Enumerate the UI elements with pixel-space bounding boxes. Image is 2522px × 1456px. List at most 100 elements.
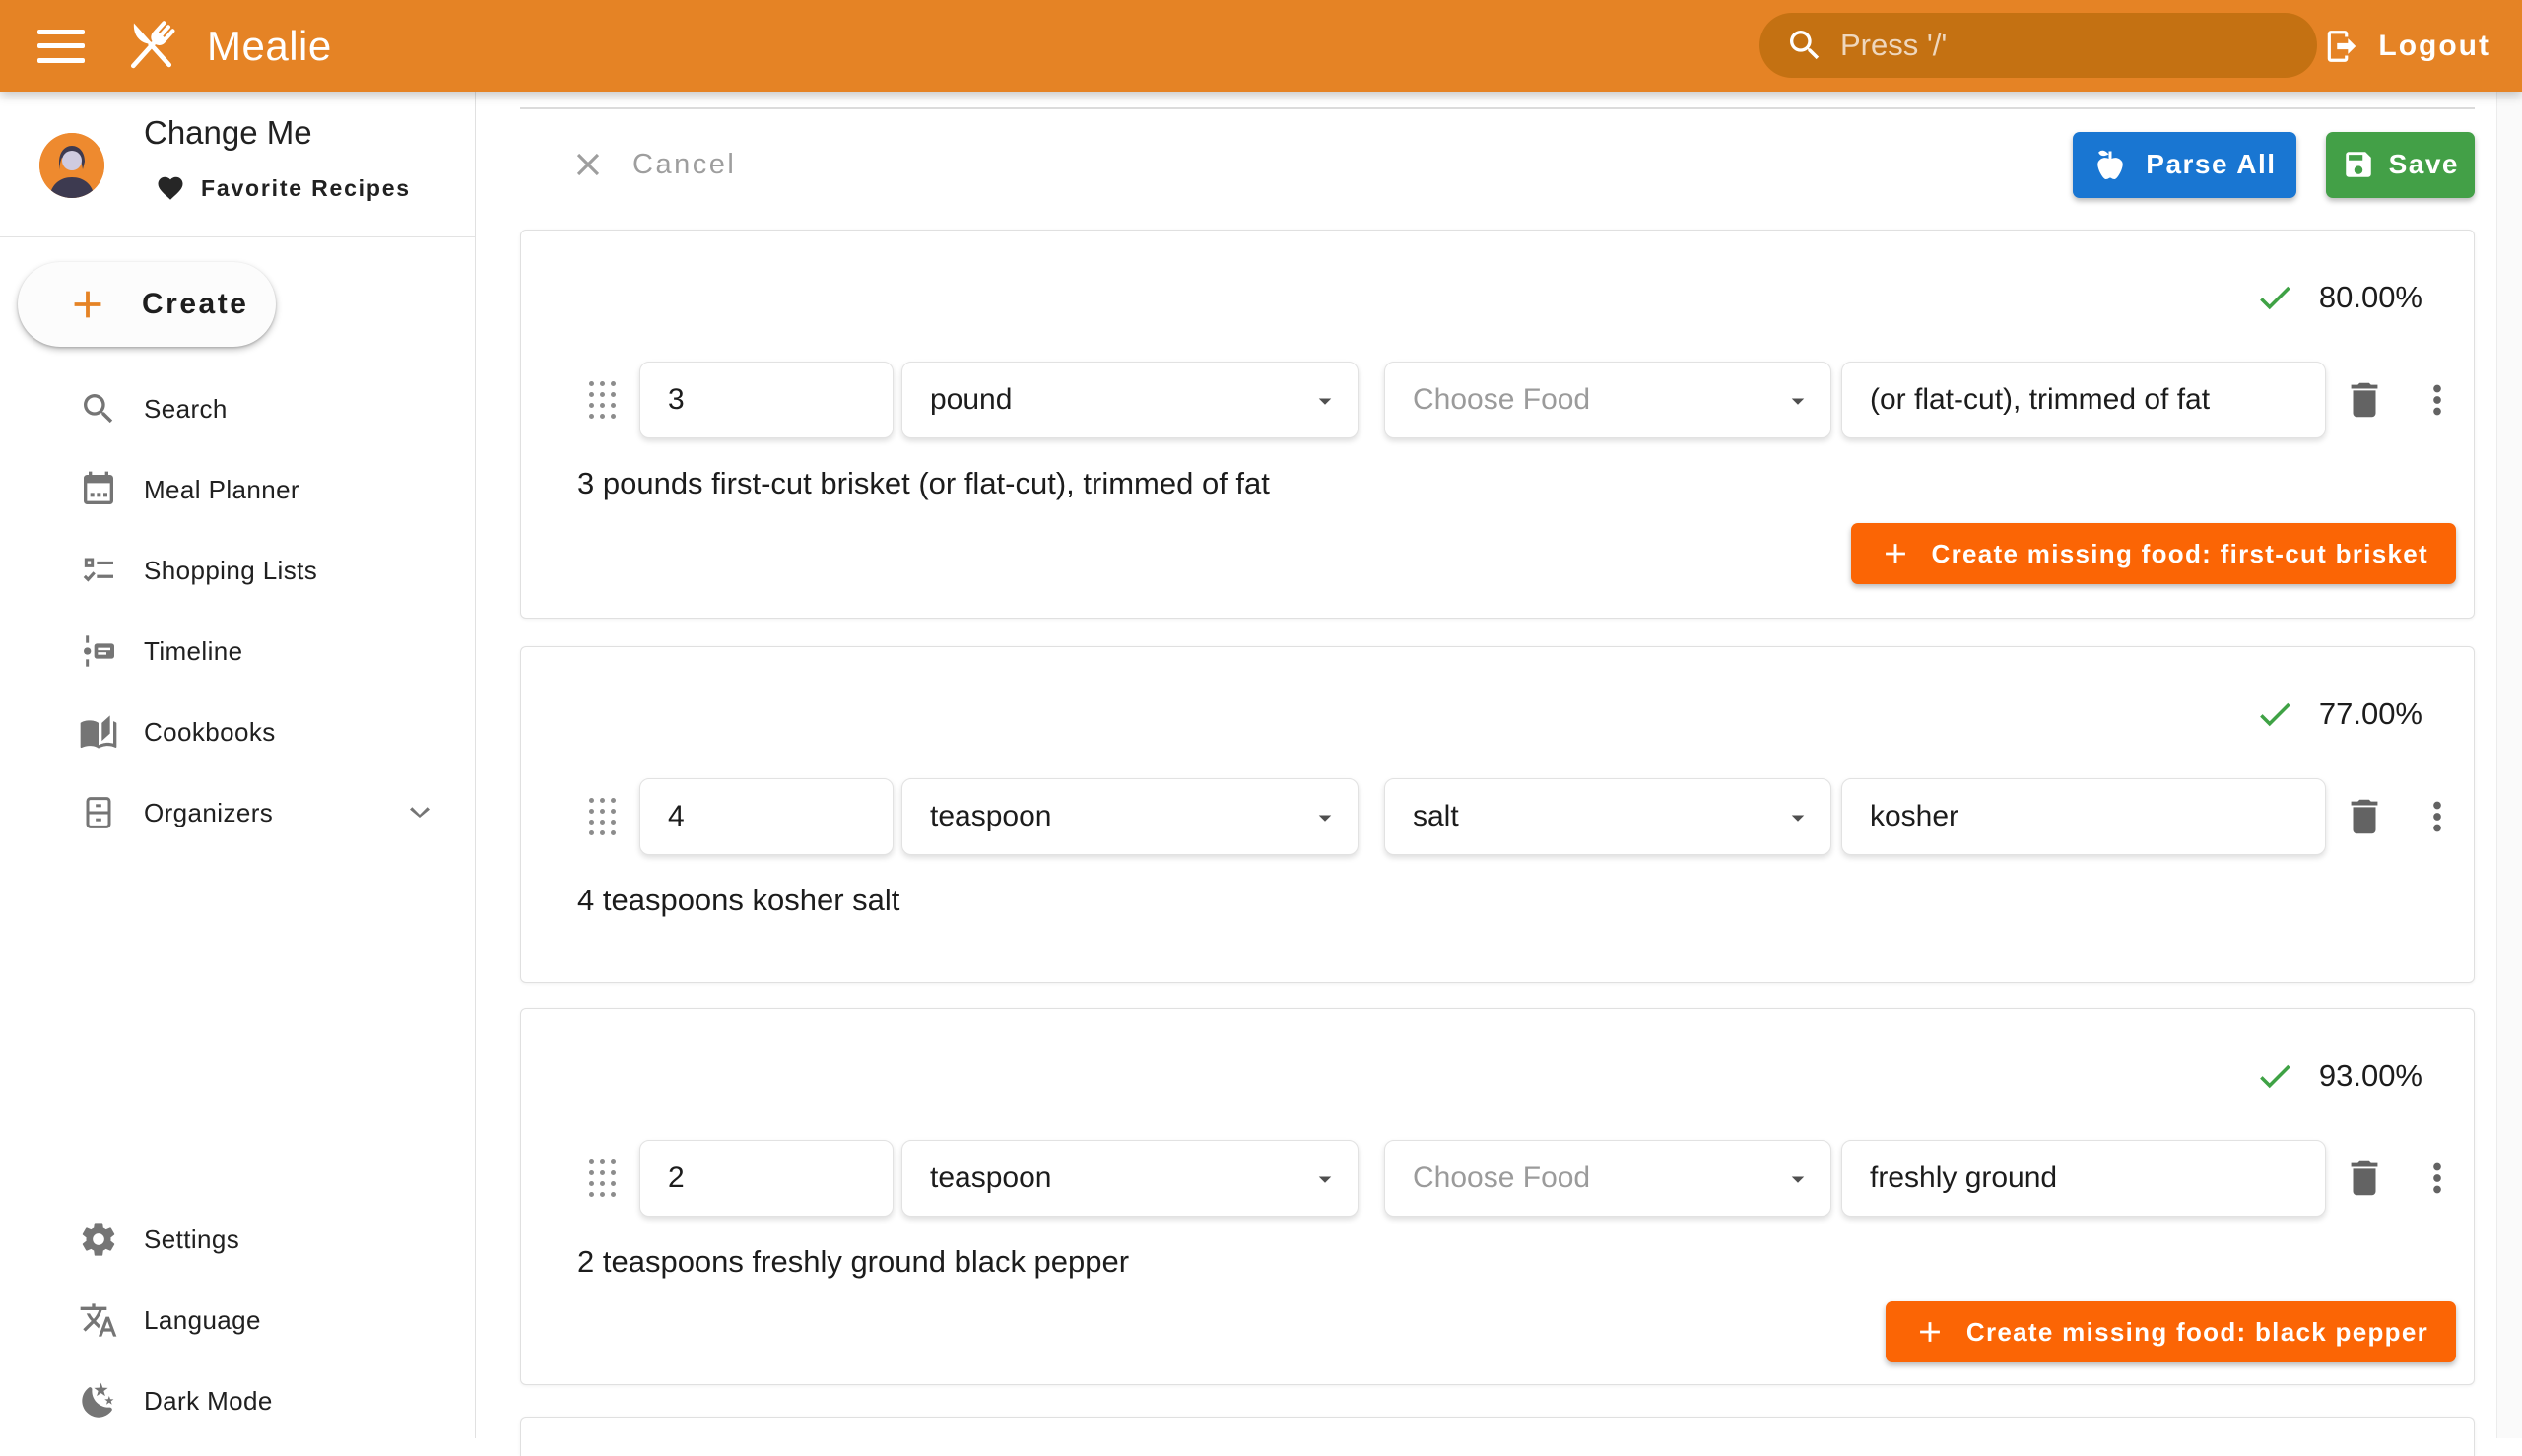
delete-button[interactable] — [2342, 1156, 2387, 1201]
avatar[interactable] — [39, 133, 104, 198]
ingredient-card: 77.00% teaspoon salt 4 teaspoons kosher … — [520, 646, 2475, 983]
check-icon — [2254, 277, 2295, 318]
caret-down-icon — [1783, 803, 1813, 832]
confidence-value: 77.00% — [2319, 696, 2422, 732]
scrollbar[interactable] — [2496, 92, 2522, 1438]
search-icon — [1785, 26, 1825, 65]
trash-icon — [2342, 794, 2387, 839]
moon-icon — [79, 1381, 118, 1421]
drag-handle-icon[interactable] — [580, 1158, 624, 1198]
note-input[interactable] — [1841, 1140, 2326, 1217]
drag-handle-icon[interactable] — [580, 797, 624, 836]
sidebar-item-dark-mode[interactable]: Dark Mode — [0, 1360, 475, 1441]
save-icon — [2342, 148, 2375, 181]
favorite-recipes-link[interactable]: Favorite Recipes — [156, 173, 411, 203]
logout-button[interactable]: Logout — [2323, 0, 2490, 92]
translate-icon — [79, 1300, 118, 1340]
more-options-button[interactable] — [2415, 1156, 2460, 1201]
more-options-button[interactable] — [2415, 794, 2460, 839]
trash-icon — [2342, 1156, 2387, 1201]
caret-down-icon — [1783, 386, 1813, 416]
user-name: Change Me — [144, 114, 312, 152]
hamburger-menu-icon[interactable] — [37, 30, 85, 63]
ingredient-card: 80.00% pound Choose Food 3 pounds first-… — [520, 230, 2475, 619]
plus-icon — [1879, 537, 1912, 570]
parse-all-button[interactable]: Parse All — [2073, 132, 2295, 198]
quantity-input[interactable] — [639, 778, 894, 855]
main-content: Cancel Parse All Save 80.00% — [476, 92, 2522, 1438]
delete-button[interactable] — [2342, 377, 2387, 423]
more-options-button[interactable] — [2415, 377, 2460, 423]
gear-icon — [79, 1220, 118, 1259]
parser-toolbar: Cancel Parse All Save — [520, 131, 2475, 198]
food-select[interactable]: Choose Food — [1384, 362, 1831, 438]
confidence-value: 93.00% — [2319, 1058, 2422, 1093]
search-input[interactable]: Press '/' — [1759, 13, 2317, 78]
delete-button[interactable] — [2342, 794, 2387, 839]
sidebar-footer-nav: Settings Language Dark Mode — [0, 1199, 475, 1441]
save-button[interactable]: Save — [2326, 132, 2475, 198]
plus-icon — [65, 282, 110, 327]
trash-icon — [2342, 377, 2387, 423]
checklist-icon — [79, 551, 118, 590]
sidebar-item-cookbooks[interactable]: Cookbooks — [0, 692, 475, 772]
cancel-button[interactable]: Cancel — [569, 146, 736, 183]
open-book-icon — [79, 712, 118, 752]
note-input[interactable] — [1841, 362, 2326, 438]
calendar-icon — [79, 470, 118, 509]
heart-icon — [156, 173, 185, 203]
create-button[interactable]: Create — [18, 262, 276, 347]
check-icon — [2254, 694, 2295, 735]
sidebar-item-timeline[interactable]: Timeline — [0, 611, 475, 692]
unit-select[interactable]: teaspoon — [901, 1140, 1359, 1217]
ingredient-row: teaspoon salt — [521, 778, 2474, 855]
ingredient-row: pound Choose Food — [521, 362, 2474, 438]
original-ingredient-text: 2 teaspoons freshly ground black pepper — [577, 1244, 2474, 1280]
confidence-row: 80.00% — [521, 276, 2474, 319]
confidence-value: 80.00% — [2319, 280, 2422, 315]
create-missing-food-button[interactable]: Create missing food: black pepper — [1886, 1301, 2456, 1362]
unit-select[interactable]: pound — [901, 362, 1359, 438]
sidebar-divider — [0, 236, 475, 237]
drag-handle-icon[interactable] — [580, 380, 624, 420]
ingredient-card — [520, 1417, 2475, 1456]
quantity-input[interactable] — [639, 362, 894, 438]
sidebar-nav: Search Meal Planner Shopping Lists Timel… — [0, 368, 475, 853]
sidebar-item-settings[interactable]: Settings — [0, 1199, 475, 1280]
caret-down-icon — [1783, 1164, 1813, 1194]
confidence-row: 77.00% — [521, 693, 2474, 736]
sidebar-item-language[interactable]: Language — [0, 1280, 475, 1360]
food-select[interactable]: Choose Food — [1384, 1140, 1831, 1217]
drawers-icon — [79, 793, 118, 832]
original-ingredient-text: 4 teaspoons kosher salt — [577, 883, 2474, 918]
search-placeholder: Press '/' — [1840, 28, 1947, 63]
favorite-recipes-label: Favorite Recipes — [201, 175, 411, 202]
original-ingredient-text: 3 pounds first-cut brisket (or flat-cut)… — [577, 466, 2474, 501]
plus-icon — [1913, 1315, 1947, 1349]
create-missing-food-button[interactable]: Create missing food: first-cut brisket — [1851, 523, 2456, 584]
confidence-row: 93.00% — [521, 1054, 2474, 1097]
sidebar-item-meal-planner[interactable]: Meal Planner — [0, 449, 475, 530]
create-label: Create — [142, 288, 248, 321]
check-icon — [2254, 1055, 2295, 1096]
ingredient-row: teaspoon Choose Food — [521, 1140, 2474, 1217]
sidebar-item-shopping-lists[interactable]: Shopping Lists — [0, 530, 475, 611]
kebab-icon — [2415, 1156, 2460, 1201]
note-input[interactable] — [1841, 778, 2326, 855]
ingredient-card: 93.00% teaspoon Choose Food 2 teaspoons … — [520, 1008, 2475, 1385]
timeline-icon — [79, 631, 118, 671]
sidebar-item-organizers[interactable]: Organizers — [0, 772, 475, 853]
mealie-logo-icon — [118, 14, 183, 79]
chevron-down-icon[interactable] — [400, 793, 439, 832]
apple-icon — [2092, 147, 2128, 182]
food-select[interactable]: salt — [1384, 778, 1831, 855]
logout-label: Logout — [2378, 30, 2490, 63]
app-title: Mealie — [207, 23, 332, 70]
logout-icon — [2323, 28, 2360, 65]
kebab-icon — [2415, 794, 2460, 839]
quantity-input[interactable] — [639, 1140, 894, 1217]
sidebar-item-search[interactable]: Search — [0, 368, 475, 449]
divider — [520, 107, 2475, 109]
unit-select[interactable]: teaspoon — [901, 778, 1359, 855]
sidebar: Change Me Favorite Recipes Create Search… — [0, 92, 476, 1438]
